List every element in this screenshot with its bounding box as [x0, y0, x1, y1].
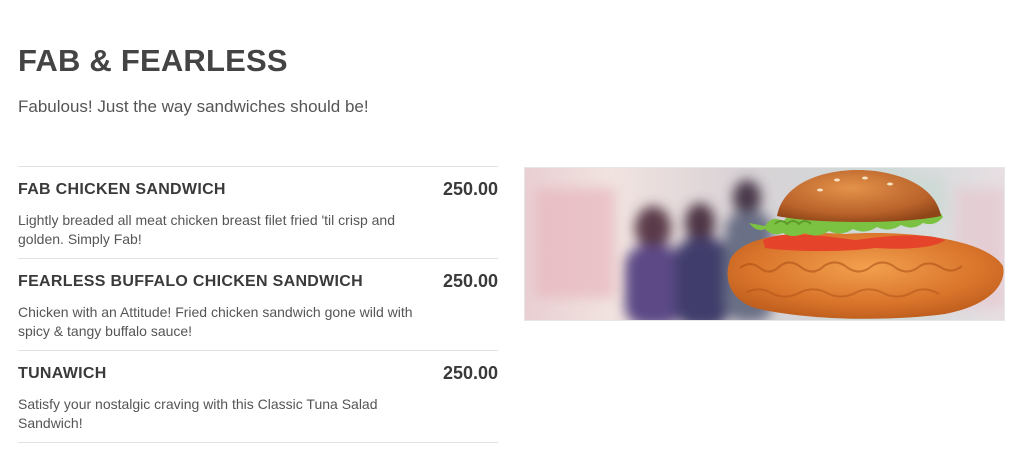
section-title: FAB & FEARLESS — [18, 43, 288, 78]
menu-item-fab-chicken-sandwich[interactable]: FAB CHICKEN SANDWICH 250.00 Lightly brea… — [18, 167, 498, 259]
item-price: 250.00 — [442, 179, 498, 199]
menu-list: FAB CHICKEN SANDWICH 250.00 Lightly brea… — [18, 166, 498, 443]
menu-item-fearless-buffalo-chicken-sandwich[interactable]: FEARLESS BUFFALO CHICKEN SANDWICH 250.00… — [18, 259, 498, 351]
item-price: 250.00 — [442, 363, 498, 383]
item-description: Satisfy your nostalgic craving with this… — [18, 396, 378, 431]
section-subtitle: Fabulous! Just the way sandwiches should… — [18, 97, 369, 116]
chicken-sandwich-image — [525, 168, 1004, 320]
menu-item-tunawich[interactable]: TUNAWICH 250.00 Satisfy your nostalgic c… — [18, 351, 498, 443]
item-price: 250.00 — [442, 271, 498, 291]
item-description: Lightly breaded all meat chicken breast … — [18, 212, 395, 247]
sandwich-photo — [524, 167, 1005, 321]
item-name: FAB CHICKEN SANDWICH — [18, 181, 226, 198]
menu-page: FAB & FEARLESS Fabulous! Just the way sa… — [0, 0, 1024, 462]
item-name: FEARLESS BUFFALO CHICKEN SANDWICH — [18, 273, 364, 290]
item-name: TUNAWICH — [18, 365, 107, 382]
item-description: Chicken with an Attitude! Fried chicken … — [18, 304, 413, 339]
